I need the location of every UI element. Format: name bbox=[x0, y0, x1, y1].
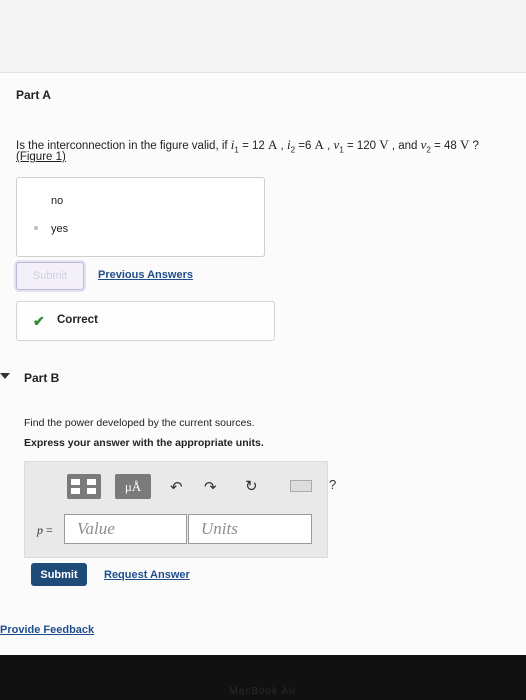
i2-eq: =6 bbox=[295, 140, 315, 152]
provide-feedback-link[interactable]: Provide Feedback bbox=[0, 624, 94, 636]
page: Part A Is the interconnection in the fig… bbox=[0, 0, 526, 655]
power-label: p = bbox=[37, 523, 53, 538]
part-a-title: Part A bbox=[16, 88, 51, 102]
choice-yes[interactable]: yes bbox=[51, 223, 68, 235]
template-square-icon bbox=[71, 488, 80, 494]
figure-link[interactable]: (Figure 1) bbox=[16, 151, 66, 163]
v2-unit: V bbox=[459, 137, 470, 152]
correct-label: Correct bbox=[57, 314, 98, 326]
part-a-question: Is the interconnection in the figure val… bbox=[16, 137, 479, 154]
template-square-icon bbox=[87, 479, 96, 485]
v1-eq: = 120 bbox=[343, 140, 380, 152]
template-square-icon bbox=[71, 479, 80, 485]
part-b-instruction: Find the power developed by the current … bbox=[24, 417, 255, 429]
template-square-icon bbox=[87, 488, 96, 494]
units-input[interactable]: Units bbox=[188, 514, 312, 544]
sep1: , bbox=[277, 140, 287, 152]
checkmark-icon: ✔ bbox=[33, 313, 45, 329]
and-text: , and bbox=[388, 140, 421, 152]
choice-no[interactable]: no bbox=[51, 195, 63, 207]
answer-box: μÅ ↶ ↷ ↻ ? p = Value Units bbox=[24, 461, 336, 558]
part-b-submit-button[interactable]: Submit bbox=[31, 563, 87, 586]
collapse-caret-icon[interactable] bbox=[0, 373, 10, 379]
choice-list: no yes bbox=[16, 177, 265, 257]
question-suffix: ? bbox=[469, 140, 479, 152]
v1-unit: V bbox=[379, 137, 389, 152]
undo-icon[interactable]: ↶ bbox=[170, 478, 183, 496]
part-a-submit-button[interactable]: Submit bbox=[16, 262, 84, 290]
correct-feedback: ✔ Correct bbox=[16, 301, 275, 341]
top-band bbox=[0, 0, 526, 73]
part-b-express: Express your answer with the appropriate… bbox=[24, 437, 264, 449]
part-b-title: Part B bbox=[24, 371, 60, 385]
radio-selected-dot[interactable] bbox=[34, 226, 38, 230]
request-answer-link[interactable]: Request Answer bbox=[104, 569, 190, 581]
i1-eq: = 12 bbox=[238, 140, 268, 152]
power-eq: = bbox=[43, 523, 53, 537]
template-button[interactable] bbox=[67, 474, 101, 499]
i1-unit: A bbox=[267, 137, 278, 152]
laptop-label: MacBook Air bbox=[229, 686, 297, 697]
keyboard-icon[interactable] bbox=[290, 480, 312, 492]
help-icon[interactable]: ? bbox=[329, 477, 336, 492]
v2-eq: = 48 bbox=[430, 140, 460, 152]
reset-icon[interactable]: ↻ bbox=[245, 477, 258, 495]
previous-answers-link[interactable]: Previous Answers bbox=[98, 269, 193, 281]
sep2: , bbox=[323, 140, 334, 152]
units-mu-button[interactable]: μÅ bbox=[115, 474, 151, 499]
i2-unit: A bbox=[314, 137, 324, 152]
value-input[interactable]: Value bbox=[64, 514, 187, 544]
redo-icon[interactable]: ↷ bbox=[204, 478, 217, 496]
